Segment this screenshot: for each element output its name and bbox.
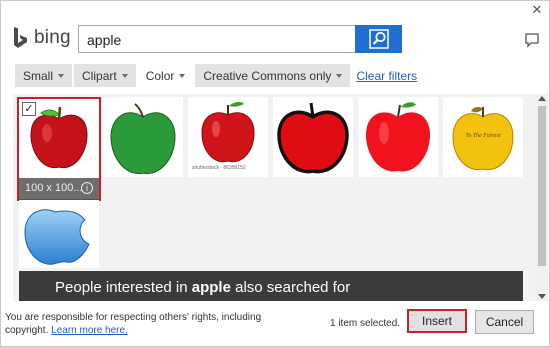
scroll-up-icon[interactable] xyxy=(538,96,546,101)
color-filter-label: Color xyxy=(145,68,175,83)
scroll-down-icon[interactable] xyxy=(538,294,546,299)
license-filter[interactable]: Creative Commons only xyxy=(195,64,351,87)
size-filter[interactable]: Small xyxy=(15,64,73,87)
selected-count: 1 item selected. xyxy=(330,318,401,329)
type-filter[interactable]: Clipart xyxy=(74,64,136,87)
chevron-down-icon xyxy=(58,73,65,78)
image-result-4[interactable] xyxy=(273,97,353,177)
image-result-1[interactable]: ✓ 100 x 100... i xyxy=(17,97,101,201)
chevron-down-icon xyxy=(121,73,128,78)
image-result-7[interactable] xyxy=(19,200,99,268)
learn-more-link[interactable]: Learn more here. xyxy=(51,325,128,336)
comment-icon[interactable] xyxy=(524,32,540,48)
search-button[interactable] xyxy=(355,25,402,53)
dialog-footer: You are responsible for respecting other… xyxy=(1,301,549,346)
search-icon xyxy=(368,29,389,49)
chevron-down-icon xyxy=(179,73,186,78)
close-icon[interactable]: ✕ xyxy=(528,3,546,17)
red-apple-image xyxy=(358,97,438,177)
image-result-5[interactable] xyxy=(358,97,438,177)
image-result-2[interactable] xyxy=(103,97,183,177)
bing-logo-icon xyxy=(14,27,27,48)
image-size-label: 100 x 100... xyxy=(25,182,83,194)
red-apple-image xyxy=(273,97,353,177)
blue-apple-logo-image xyxy=(24,209,90,265)
related-searches-banner[interactable]: People interested in apple also searched… xyxy=(19,271,523,301)
rights-disclaimer: You are responsible for respecting other… xyxy=(5,311,295,337)
related-prefix: People interested in xyxy=(55,279,192,296)
selected-checkbox[interactable]: ✓ xyxy=(22,102,36,116)
clear-filters-link[interactable]: Clear filters xyxy=(356,64,417,87)
golden-apple-caption: To The Fairest xyxy=(465,133,501,139)
related-suffix: also searched for xyxy=(230,279,351,296)
info-icon[interactable]: i xyxy=(81,182,93,194)
watermark-text: shutterstock · 86399152 xyxy=(192,165,246,171)
cancel-button[interactable]: Cancel xyxy=(475,310,534,334)
color-filter[interactable]: Color xyxy=(138,64,194,87)
green-apple-image xyxy=(103,97,183,177)
scroll-thumb[interactable] xyxy=(538,106,546,266)
results-scrollbar[interactable] xyxy=(536,94,548,301)
bing-logo: bing xyxy=(13,25,71,51)
image-results-grid[interactable]: ✓ 100 x 100... i shutterstock · 86399152… xyxy=(13,94,536,301)
image-result-3[interactable]: shutterstock · 86399152 xyxy=(188,97,268,177)
size-filter-label: Small xyxy=(23,68,54,83)
image-search-dialog: ✕ bing apple Small Clipart Color Creativ… xyxy=(0,0,550,347)
type-filter-label: Clipart xyxy=(82,68,117,83)
insert-button[interactable]: Insert xyxy=(407,309,467,333)
bing-logo-text: bing xyxy=(34,27,71,48)
search-input[interactable]: apple xyxy=(78,25,355,53)
chevron-down-icon xyxy=(336,73,343,78)
image-result-6[interactable]: To The Fairest xyxy=(443,97,523,177)
disclaimer-text: You are responsible for respecting other… xyxy=(5,312,262,336)
related-term: apple xyxy=(191,279,231,296)
license-filter-label: Creative Commons only xyxy=(203,68,332,83)
filter-bar: Small Clipart Color Creative Commons onl… xyxy=(15,64,417,87)
image-size-overlay: 100 x 100... i xyxy=(19,178,99,199)
